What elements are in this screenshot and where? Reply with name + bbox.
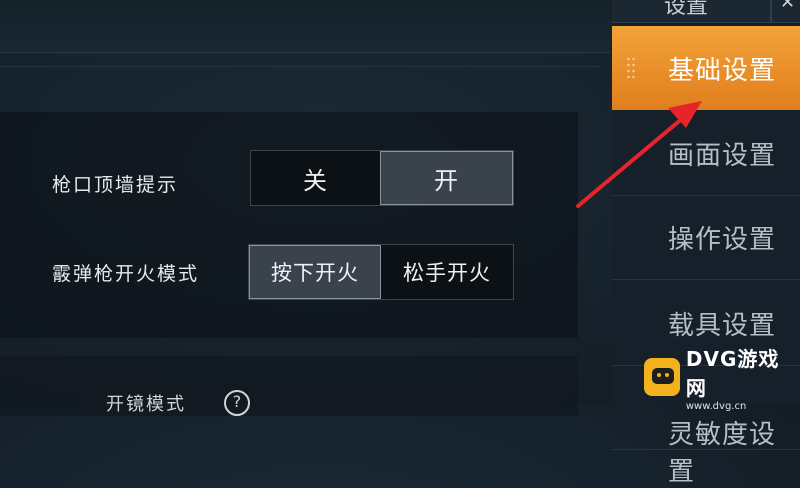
tab-label: 灵敏度设置 — [668, 420, 777, 487]
gamepad-logo-icon — [644, 358, 680, 396]
annotation-arrow-icon — [576, 101, 702, 208]
watermark-title: DVG游戏网 — [685, 346, 780, 400]
watermark: DVG游戏网 www.dvg.cn — [644, 347, 794, 412]
watermark-url: www.dvg.cn — [685, 400, 747, 412]
